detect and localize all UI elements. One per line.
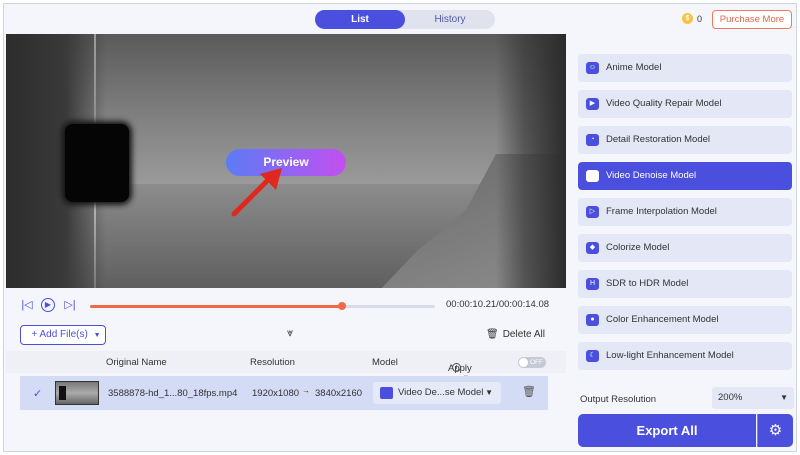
row-model-select[interactable]: Video De...se Model ▼ (373, 382, 501, 404)
apply-to-all-toggle[interactable]: OFF (518, 357, 546, 368)
detail-icon: ◔ (586, 134, 599, 146)
model-item-color-enhancement[interactable]: ● Color Enhancement Model (578, 306, 792, 334)
coin-count: 0 (697, 13, 703, 24)
table-header: Original Name Resolution Model Apply to … (6, 351, 566, 385)
model-item-label: Color Enhancement Model (606, 314, 719, 325)
progress-fill (90, 305, 342, 308)
progress-track[interactable] (90, 302, 435, 310)
purchase-more-button[interactable]: Purchase More (712, 10, 792, 29)
row-model-label: Video De...se Model (398, 387, 484, 398)
info-icon[interactable]: i (452, 363, 461, 372)
model-item-label: Video Denoise Model (606, 170, 697, 181)
arrow-right-icon: → (302, 386, 310, 395)
col-original-name: Original Name (106, 357, 167, 368)
model-item-video-quality-repair[interactable]: ▶ Video Quality Repair Model (578, 90, 792, 118)
model-item-label: Detail Restoration Model (606, 134, 711, 145)
delete-all-label: Delete All (502, 329, 545, 340)
model-panel: ☺ Anime Model ▶ Video Quality Repair Model… (566, 34, 796, 451)
check-icon[interactable]: ✓ (33, 387, 42, 400)
file-name: 3588878-hd_1...80_18fps.mp4 (108, 388, 238, 399)
model-item-label: Colorize Model (606, 242, 670, 253)
delete-row-icon[interactable]: 🗑 (522, 385, 536, 398)
col-resolution: Resolution (250, 357, 295, 368)
model-item-label: Low-light Enhancement Model (606, 350, 734, 361)
model-item-label: Video Quality Repair Model (606, 98, 722, 109)
model-item-label: SDR to HDR Model (606, 278, 689, 289)
trash-icon: 🗑 (486, 329, 499, 340)
video-thumbnail (55, 381, 99, 405)
top-bar: List History $ 0 Purchase More (4, 4, 796, 34)
output-resolution-value: 200% (718, 392, 743, 403)
model-item-anime[interactable]: ☺ Anime Model (578, 54, 792, 82)
anime-icon: ☺ (586, 62, 599, 74)
tab-list[interactable]: List (315, 10, 405, 29)
model-item-frame-interpolation[interactable]: ▷ Frame Interpolation Model (578, 198, 792, 226)
add-files-button[interactable]: + Add File(s) ▼ (20, 325, 106, 345)
model-item-detail-restoration[interactable]: ◔ Detail Restoration Model (578, 126, 792, 154)
coin-balance: $ 0 (682, 13, 702, 24)
add-files-label: + Add File(s) (31, 329, 88, 340)
output-resolution-label: Output Resolution (580, 394, 657, 405)
output-resolution: 3840x2160 (315, 388, 363, 399)
timecode: 00:00:10.21/00:00:14.08 (446, 299, 550, 310)
video-preview: Preview (6, 34, 566, 288)
progress-thumb[interactable] (337, 302, 346, 310)
output-resolution-select[interactable]: 200% ▼ (712, 387, 794, 409)
col-model: Model (372, 357, 398, 368)
skip-back-icon[interactable]: |◁ (20, 298, 34, 312)
collapse-icon[interactable]: ⩔ (287, 327, 293, 340)
model-item-video-denoise[interactable]: Video Denoise Model (578, 162, 792, 190)
frame-icon: ▷ (586, 206, 599, 218)
caret-down-icon: ▼ (485, 388, 493, 397)
coin-icon: $ (682, 13, 693, 24)
view-switch: List History (315, 10, 495, 29)
app-window: List History $ 0 Purchase More Preview |… (3, 3, 797, 452)
film-sprocket-hole (65, 124, 129, 202)
model-item-low-light-enhancement[interactable]: ☾ Low-light Enhancement Model (578, 342, 792, 370)
video-repair-icon: ▶ (586, 98, 599, 110)
model-item-colorize[interactable]: ◆ Colorize Model (578, 234, 792, 262)
model-item-sdr-to-hdr[interactable]: H SDR to HDR Model (578, 270, 792, 298)
film-edge-right (496, 34, 566, 288)
playback-controls: |◁ ▶ ▷| 00:00:10.21/00:00:14.08 (6, 288, 566, 320)
chevron-down-icon: ▼ (93, 332, 101, 339)
moon-icon: ☾ (586, 350, 599, 362)
table-row[interactable]: ✓ 3588878-hd_1...80_18fps.mp4 1920x1080 … (20, 376, 548, 410)
delete-all-button[interactable]: 🗑 Delete All (486, 329, 545, 340)
play-icon[interactable]: ▶ (41, 298, 55, 312)
denoise-icon (586, 170, 599, 182)
input-resolution: 1920x1080 (252, 388, 300, 399)
gear-icon[interactable]: ⚙ (757, 414, 793, 447)
skip-forward-icon[interactable]: ▷| (63, 298, 77, 312)
tab-history[interactable]: History (405, 10, 495, 29)
hdr-icon: H (586, 278, 599, 290)
export-all-button[interactable]: Export All (578, 414, 756, 447)
caret-down-icon: ▼ (780, 393, 788, 402)
model-item-label: Frame Interpolation Model (606, 206, 717, 217)
colorize-icon: ◆ (586, 242, 599, 254)
model-item-label: Anime Model (606, 62, 662, 73)
palette-icon: ● (586, 314, 599, 326)
red-arrow-icon (231, 168, 282, 217)
denoise-icon (380, 387, 393, 399)
